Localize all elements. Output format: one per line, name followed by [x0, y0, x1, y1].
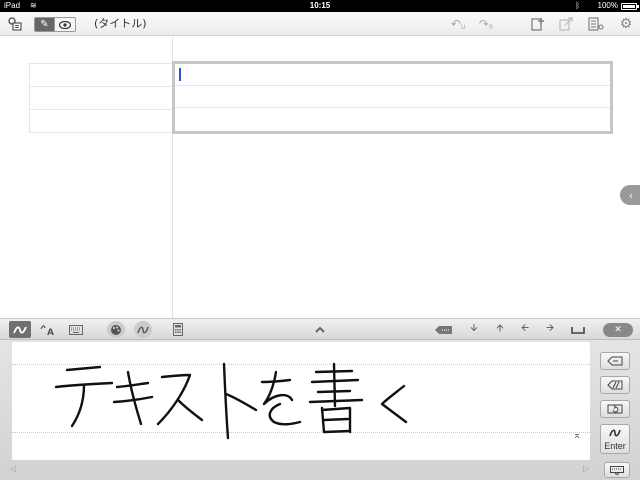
enter-label: Enter [604, 440, 626, 451]
space-icon[interactable] [568, 321, 588, 338]
battery-icon [621, 3, 639, 10]
app-toolbar: ✎ (タイトル) ↶ U ↷ R ⚙ [0, 12, 640, 36]
document-title[interactable]: (タイトル) [94, 16, 147, 32]
palette-icon[interactable] [107, 321, 125, 338]
undo-label: U [460, 23, 466, 31]
arrow-right-icon[interactable]: 🡪 [541, 321, 559, 338]
convert-to-text-icon[interactable]: A [37, 321, 59, 338]
undo-icon[interactable]: ↶ U [448, 15, 468, 33]
keyboard-icon[interactable] [65, 321, 87, 338]
table-row[interactable] [175, 64, 610, 86]
scroll-left-icon[interactable]: ◁ [10, 464, 16, 473]
arrow-up-icon[interactable]: 🡩 [491, 321, 509, 338]
pen-stroke-icon [609, 428, 621, 441]
document-canvas[interactable]: ‹ [0, 37, 640, 318]
chevron-left-icon[interactable]: ‹ [620, 185, 640, 205]
table-row[interactable] [175, 108, 610, 130]
table-row[interactable] [30, 110, 172, 133]
tag-icon[interactable] [600, 352, 630, 370]
bluetooth-icon: ᛒ [575, 1, 580, 10]
text-cursor [179, 68, 181, 81]
eye-icon[interactable] [55, 17, 76, 32]
mode-toggle: ✎ [34, 17, 76, 32]
table-row[interactable] [175, 86, 610, 108]
chevron-up-icon[interactable] [310, 321, 330, 338]
row-header-column [29, 63, 172, 133]
svg-text:A: A [47, 328, 54, 336]
side-keypad: Enter [600, 352, 634, 454]
battery-fill [623, 5, 635, 8]
handwriting-panel: ⌅ ◁ ▷ Enter [0, 340, 640, 480]
new-page-icon[interactable] [528, 15, 548, 33]
arrow-down-icon[interactable]: 🡫 [465, 321, 483, 338]
handwriting-toolbar: A 🡫 🡩 🡨 🡪 ✕ [0, 318, 640, 340]
collapse-icon[interactable]: ⌅ [573, 430, 581, 441]
backspace-icon[interactable] [433, 321, 455, 338]
table-row[interactable] [30, 64, 172, 87]
keyboard-icon[interactable] [604, 462, 630, 478]
redo-icon[interactable]: ↷ R [476, 15, 496, 33]
rotate-icon[interactable] [600, 400, 630, 418]
pen-edit-icon[interactable]: ✎ [34, 17, 55, 32]
arrow-left-icon[interactable]: 🡨 [516, 321, 534, 338]
close-icon[interactable]: ✕ [603, 323, 633, 337]
table-row[interactable] [30, 87, 172, 110]
export-icon[interactable] [556, 15, 576, 33]
pen-stroke-icon[interactable] [9, 321, 31, 338]
scroll-right-icon[interactable]: ▷ [583, 464, 589, 473]
handwritten-strokes [54, 362, 408, 440]
handwriting-canvas[interactable]: ⌅ [12, 342, 590, 460]
enter-button[interactable]: Enter [600, 424, 630, 454]
list-settings-icon[interactable] [586, 15, 606, 33]
gear-icon[interactable]: ⚙ [616, 15, 636, 33]
marker-icon[interactable] [600, 376, 630, 394]
clock: 10:15 [309, 1, 331, 10]
document-list-icon[interactable] [6, 15, 24, 33]
stroke-style-icon[interactable] [134, 321, 152, 338]
calculator-icon[interactable] [170, 321, 186, 338]
selected-table-cell[interactable] [172, 61, 613, 134]
redo-label: R [488, 23, 494, 31]
status-bar: iPad ≋ 10:15 ᛒ 100% [0, 0, 640, 12]
battery-percent: 100% [597, 1, 618, 10]
